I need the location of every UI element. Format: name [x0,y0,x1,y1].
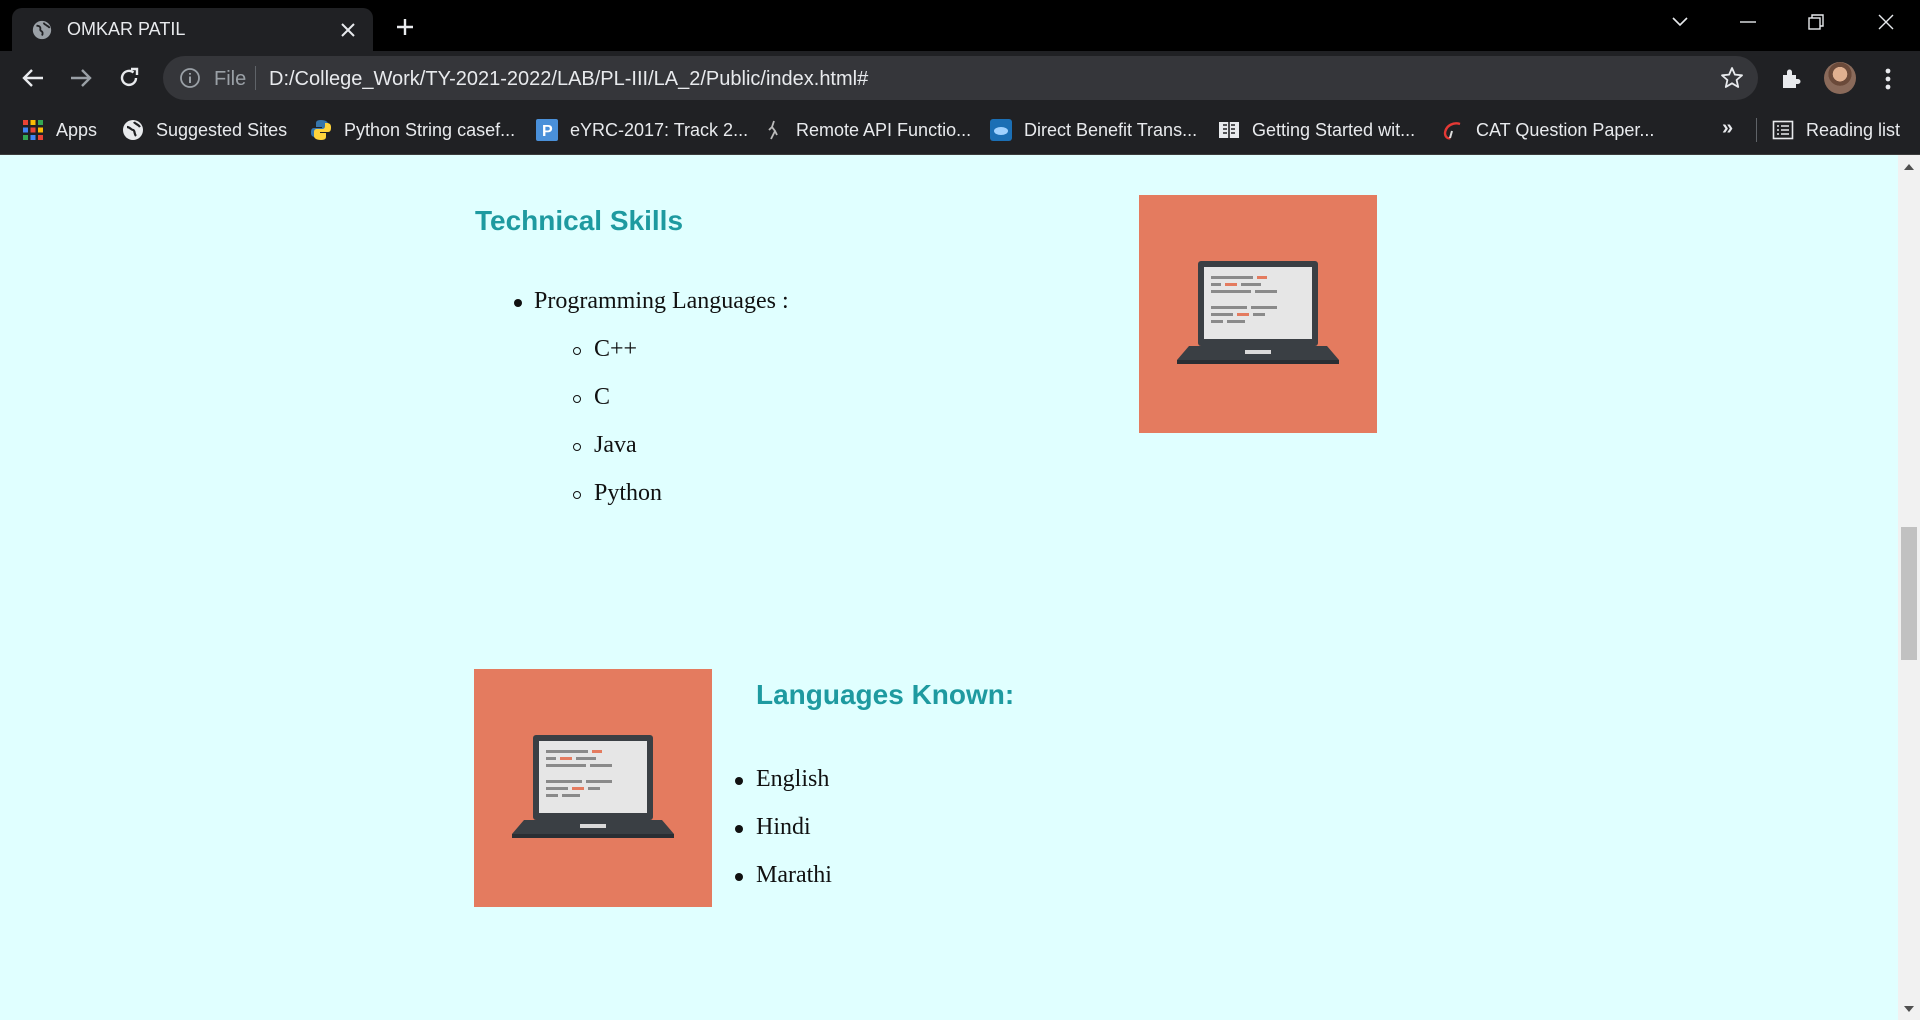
list-item: Java [594,432,637,458]
restore-icon[interactable] [1788,0,1844,44]
menu-kebab-icon[interactable] [1872,63,1904,95]
bookmark-apps[interactable]: Apps [22,105,97,155]
tab-title: OMKAR PATIL [67,19,186,39]
bullet-disc [735,777,743,785]
page-viewport: Technical Skills Programming Languages :… [0,155,1898,1020]
bookmark-getting-started[interactable]: Getting Started wit... [1218,105,1415,155]
reload-button[interactable] [112,61,146,95]
laptop-image [1139,195,1377,433]
profile-avatar[interactable] [1824,62,1856,94]
vertical-scrollbar[interactable] [1898,155,1920,1020]
bookmark-label: Remote API Functio... [796,119,972,140]
bookmark-python-string[interactable]: Python String casef... [310,105,515,155]
tab-close-icon[interactable] [335,17,361,43]
laptop-icon [512,735,674,838]
url-text[interactable]: D:/College_Work/TY-2021-2022/LAB/PL-III/… [269,68,868,91]
tab-search-icon[interactable] [1652,0,1708,44]
bookmark-direct-benefit[interactable]: Direct Benefit Trans... [990,105,1197,155]
forward-button[interactable] [64,61,98,95]
laptop-image [474,669,712,907]
globe-icon [32,20,52,39]
tab-strip: OMKAR PATIL [0,0,1920,51]
apps-grid-icon [22,119,44,141]
back-button[interactable] [16,61,50,95]
scroll-down-arrow-icon[interactable] [1898,998,1920,1020]
scrollbar-thumb[interactable] [1901,527,1917,660]
bullet-circle [573,443,581,451]
programming-languages-label: Programming Languages : [534,288,789,314]
bullet-disc [735,825,743,833]
bullet-circle [573,395,581,403]
bookmark-eyrc[interactable]: P eYRC-2017: Track 2... [536,105,748,155]
bookmarks-divider [1756,118,1757,142]
languages-known-heading: Languages Known: [756,679,1015,710]
bullet-circle [573,491,581,499]
back-arrow-icon [22,69,43,87]
bookmark-label: Python String casef... [344,119,516,140]
list-item: English [756,766,830,792]
bookmark-cat-question[interactable]: CAT Question Paper... [1442,105,1654,155]
browser-tab[interactable]: OMKAR PATIL [12,8,373,51]
bookmark-label: CAT Question Paper... [1476,119,1655,140]
book-icon [1218,119,1240,141]
bookmark-suggested-sites[interactable]: Suggested Sites [122,105,287,155]
close-window-icon[interactable] [1858,0,1914,44]
list-item: Marathi [756,862,832,888]
bookmark-star-icon[interactable] [1720,66,1744,90]
bookmark-label: Apps [56,119,98,140]
reload-icon [120,67,139,87]
bullet-disc [735,873,743,881]
bookmark-label: Suggested Sites [156,119,288,140]
info-icon[interactable] [179,67,201,89]
svg-text:P: P [542,123,553,140]
bookmark-label: Getting Started wit... [1252,119,1416,140]
dbt-icon [990,119,1012,141]
address-bar[interactable]: File D:/College_Work/TY-2021-2022/LAB/PL… [163,56,1758,100]
bookmark-label: Direct Benefit Trans... [1024,119,1198,140]
technical-skills-heading: Technical Skills [475,205,684,236]
url-scheme: File [214,68,247,90]
reading-list-icon [1772,119,1794,141]
reading-list-button[interactable]: Reading list [1772,105,1900,155]
figure-icon [762,119,784,141]
extensions-icon[interactable] [1775,63,1807,95]
list-item: C++ [594,336,638,362]
bookmarks-bar: Apps Suggested Sites Python String casef… [0,105,1920,155]
list-item: C [594,384,611,410]
browser-toolbar: File D:/College_Work/TY-2021-2022/LAB/PL… [0,51,1920,105]
laptop-icon [1177,261,1339,364]
forward-arrow-icon [71,69,92,87]
bullet-circle [573,347,581,355]
reading-list-label: Reading list [1806,119,1901,140]
list-item: Python [594,480,663,506]
python-icon [310,119,332,141]
list-item: Hindi [756,814,811,840]
scroll-up-arrow-icon[interactable] [1898,155,1920,177]
bookmark-label: eYRC-2017: Track 2... [570,119,749,140]
p-icon: P [536,119,558,141]
bookmarks-overflow-button[interactable]: » [1722,117,1733,140]
cat-icon [1442,119,1464,141]
minimize-icon[interactable] [1720,0,1776,44]
bullet-disc [514,299,522,307]
omnibox-separator [255,66,256,90]
bookmark-remote-api[interactable]: Remote API Functio... [762,105,971,155]
ie-icon [122,119,144,141]
new-tab-button[interactable] [390,12,420,42]
